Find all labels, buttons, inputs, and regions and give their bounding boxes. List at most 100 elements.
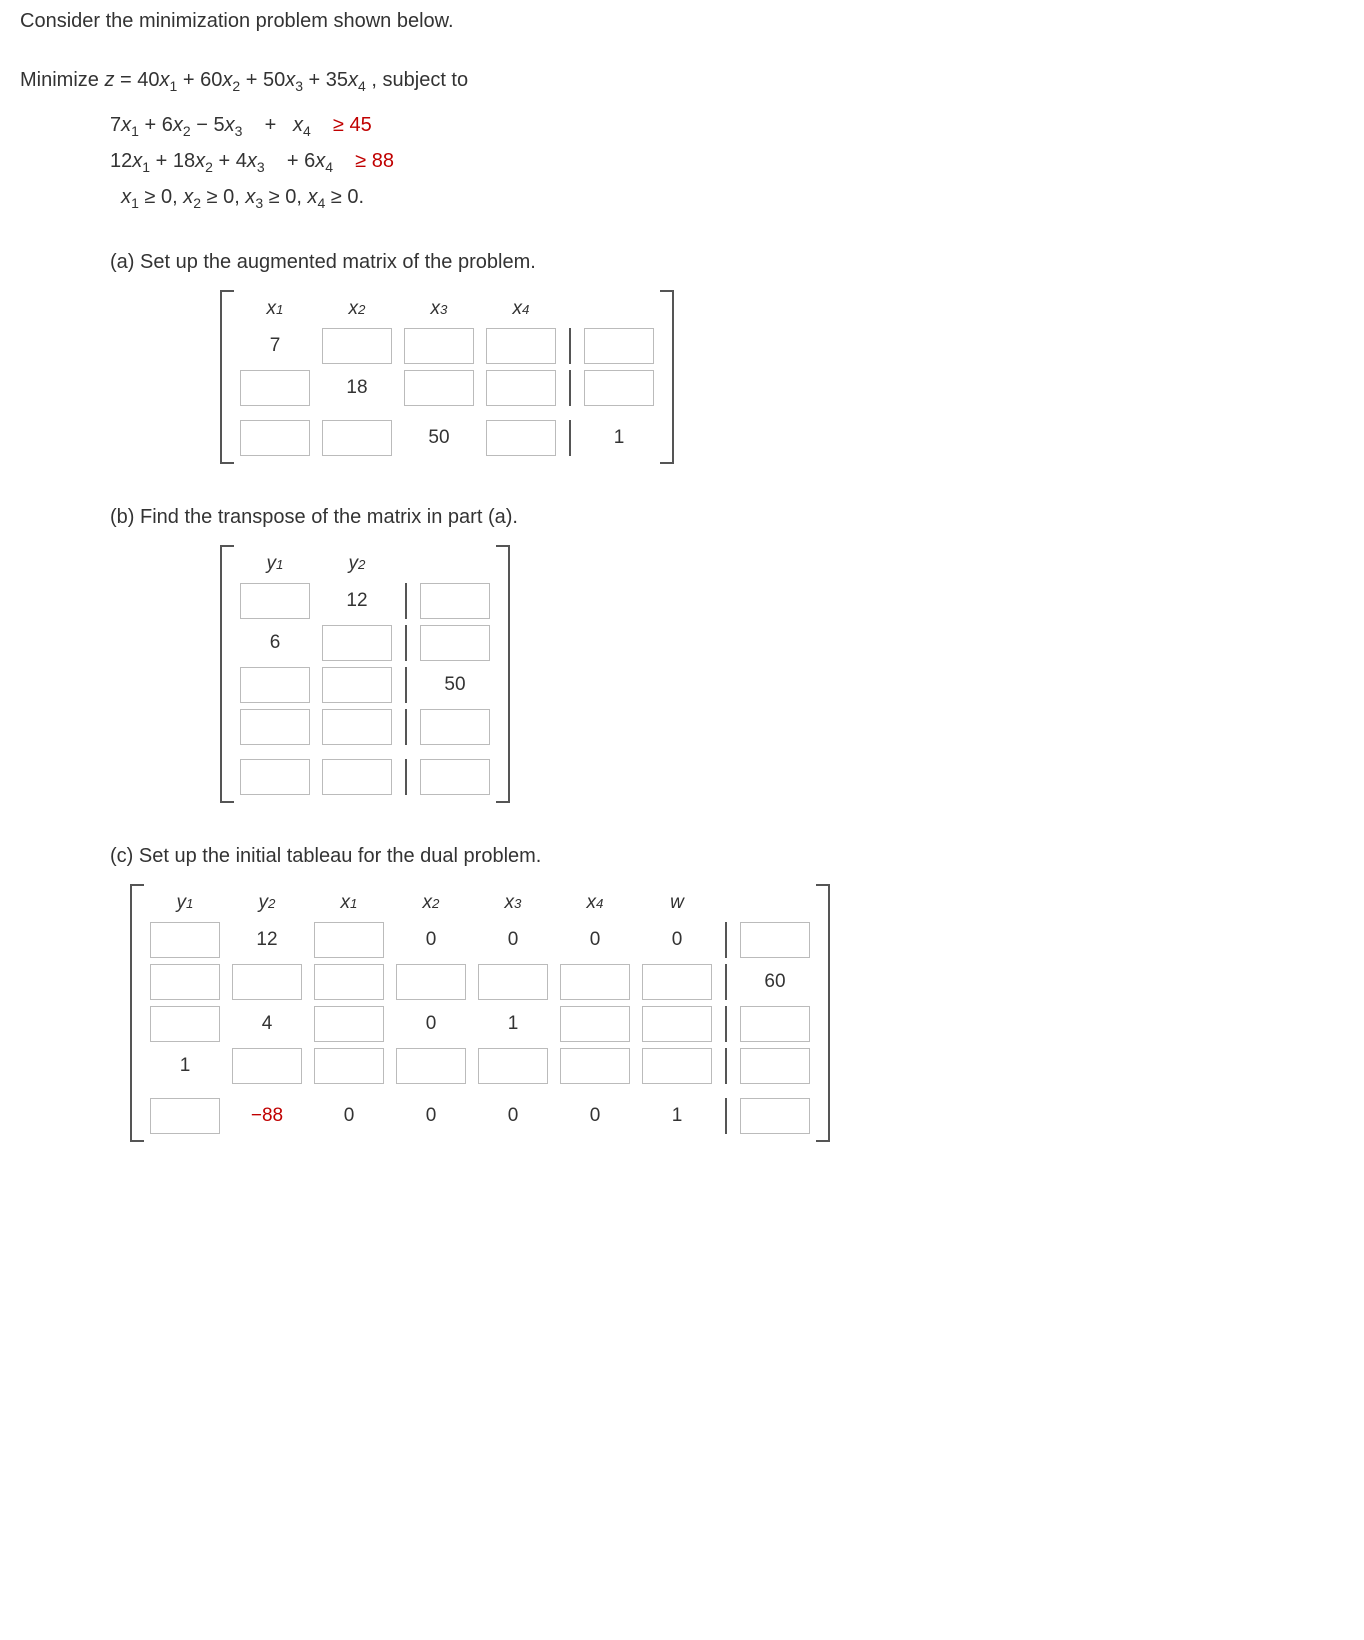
a-r1c4-input[interactable] (486, 328, 556, 364)
c-r2c5-input[interactable] (478, 964, 548, 1000)
c1-d: + (259, 114, 282, 136)
c-r4c3-input[interactable] (314, 1048, 384, 1084)
var-x: x (348, 69, 358, 91)
c-r2c3-input[interactable] (314, 964, 384, 1000)
part-b-text: (b) Find the transpose of the matrix in … (110, 506, 1344, 529)
b-r1c1-input[interactable] (240, 583, 310, 619)
b-r2c3-input[interactable] (420, 625, 490, 661)
c1-a: 7 (110, 114, 121, 136)
hdr-x2: x2 (322, 298, 392, 322)
var-x: x (195, 150, 205, 172)
c-r1c4: 0 (396, 922, 466, 958)
c-r2c7-input[interactable] (642, 964, 712, 1000)
a-r2c1-input[interactable] (240, 370, 310, 406)
obj-eq: = 40 (120, 69, 159, 91)
a-r1c3-input[interactable] (404, 328, 474, 364)
c-r3c7-input[interactable] (642, 1006, 712, 1042)
c-r2c1-input[interactable] (150, 964, 220, 1000)
obj-t3: + 50 (246, 69, 285, 91)
nn-end: ≥ 0. (325, 186, 364, 208)
hdr-y1: y1 (150, 892, 220, 916)
hdr-y1: y1 (240, 553, 310, 577)
a-r1c2-input[interactable] (322, 328, 392, 364)
b-r2c2-input[interactable] (322, 625, 392, 661)
b-r5c1-input[interactable] (240, 759, 310, 795)
c-r5c6: 0 (560, 1098, 630, 1134)
part-c-text: (c) Set up the initial tableau for the d… (110, 845, 1344, 868)
c-r1c7: 0 (642, 922, 712, 958)
var-x: x (173, 114, 183, 136)
var-x: x (121, 114, 131, 136)
c-r4c5-input[interactable] (478, 1048, 548, 1084)
c-r5c1-input[interactable] (150, 1098, 220, 1134)
c-r4c8-input[interactable] (740, 1048, 810, 1084)
a-r1c1: 7 (240, 328, 310, 364)
c-r3c6-input[interactable] (560, 1006, 630, 1042)
c-r1c3-input[interactable] (314, 922, 384, 958)
hdr-y2: y2 (232, 892, 302, 916)
hdr-y2: y2 (322, 553, 392, 577)
c-r2c2-input[interactable] (232, 964, 302, 1000)
c-r3c1-input[interactable] (150, 1006, 220, 1042)
b-r5c3-input[interactable] (420, 759, 490, 795)
a-r2c3-input[interactable] (404, 370, 474, 406)
constraint-1: 7x1 + 6x2 − 5x3 + x4 ≥ 45 (110, 108, 1344, 144)
hdr-blank (584, 309, 654, 311)
obj-suffix: , subject to (371, 69, 468, 91)
c-r2c6-input[interactable] (560, 964, 630, 1000)
obj-t2: + 60 (183, 69, 222, 91)
a-r2c5-input[interactable] (584, 370, 654, 406)
a-r1c5-input[interactable] (584, 328, 654, 364)
sub: 3 (257, 159, 265, 175)
b-r3c2-input[interactable] (322, 667, 392, 703)
c-r5c3: 0 (314, 1098, 384, 1134)
c-r4c4-input[interactable] (396, 1048, 466, 1084)
b-r4c3-input[interactable] (420, 709, 490, 745)
sub-1: 1 (170, 78, 178, 94)
c-r2c8: 60 (740, 964, 810, 1000)
c-r5c7: 1 (642, 1098, 712, 1134)
var-x: x (247, 150, 257, 172)
hdr-x3: x3 (404, 298, 474, 322)
matrix-a: x1 x2 x3 x4 7 18 50 (220, 290, 674, 464)
c-r4c6-input[interactable] (560, 1048, 630, 1084)
a-r3c2-input[interactable] (322, 420, 392, 456)
var-x: x (308, 186, 318, 208)
var-x: x (121, 186, 131, 208)
obj-prefix: Minimize (20, 69, 104, 91)
b-r3c1-input[interactable] (240, 667, 310, 703)
b-r1c3-input[interactable] (420, 583, 490, 619)
sub: 3 (235, 123, 243, 139)
hdr-x3: x3 (478, 892, 548, 916)
b-r5c2-input[interactable] (322, 759, 392, 795)
a-r2c4-input[interactable] (486, 370, 556, 406)
c2-d: + 6 (281, 150, 315, 172)
c-r2c4-input[interactable] (396, 964, 466, 1000)
c-r1c1-input[interactable] (150, 922, 220, 958)
c-r1c8-input[interactable] (740, 922, 810, 958)
hdr-x2: x2 (396, 892, 466, 916)
a-r3c1-input[interactable] (240, 420, 310, 456)
sub: 2 (205, 159, 213, 175)
b-r4c2-input[interactable] (322, 709, 392, 745)
c2-rhs: ≥ 88 (350, 150, 394, 172)
a-r3c4-input[interactable] (486, 420, 556, 456)
sub: 3 (255, 195, 263, 211)
c-r4c7-input[interactable] (642, 1048, 712, 1084)
hdr-x1: x1 (240, 298, 310, 322)
var-x: x (132, 150, 142, 172)
c-r5c8-input[interactable] (740, 1098, 810, 1134)
b-r4c1-input[interactable] (240, 709, 310, 745)
c-r4c2-input[interactable] (232, 1048, 302, 1084)
var-x: x (160, 69, 170, 91)
c-r3c3-input[interactable] (314, 1006, 384, 1042)
hdr-blank (740, 903, 810, 905)
c-r3c8-input[interactable] (740, 1006, 810, 1042)
c2-c: + 4 (218, 150, 246, 172)
c-r3c5: 1 (478, 1006, 548, 1042)
c-r1c6: 0 (560, 922, 630, 958)
hdr-x1: x1 (314, 892, 384, 916)
nn: ≥ 0, (139, 186, 183, 208)
c-r5c5: 0 (478, 1098, 548, 1134)
c2-b: + 18 (156, 150, 195, 172)
